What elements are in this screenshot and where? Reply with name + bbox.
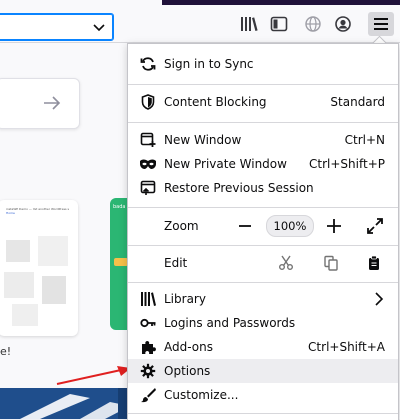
sidebar-icon[interactable]	[268, 13, 290, 35]
globe-icon[interactable]	[302, 13, 324, 35]
account-icon[interactable]	[332, 13, 354, 35]
browser-toolbar	[0, 0, 400, 43]
menu-item-logins[interactable]: Logins and Passwords	[128, 311, 398, 335]
menu-label: Edit	[164, 256, 188, 270]
titlebar-strip	[162, 0, 400, 5]
bottom-banner-image	[0, 388, 140, 419]
copy-icon[interactable]	[323, 255, 339, 271]
menu-item-zoom: Zoom 100%	[128, 214, 398, 238]
restore-session-icon	[140, 180, 156, 196]
zoom-in-icon[interactable]	[325, 217, 343, 235]
library-icon	[140, 291, 156, 307]
menu-item-customize[interactable]: Customize...	[128, 383, 398, 407]
hamburger-menu-icon[interactable]	[368, 12, 394, 36]
menu-label: New Private Window	[164, 157, 287, 171]
menu-shortcut: Ctrl+N	[344, 133, 385, 147]
menu-label: Library	[164, 292, 206, 306]
menu-item-content-blocking[interactable]: Content Blocking Standard	[128, 90, 398, 114]
menu-item-edit: Edit	[128, 251, 398, 275]
menu-separator	[128, 207, 398, 208]
zoom-out-icon[interactable]	[236, 217, 254, 235]
tile2-text: bada	[113, 204, 126, 210]
tile-title: instaWP Demo — Yet another WordPress s H…	[6, 207, 70, 215]
private-mask-icon	[140, 156, 156, 172]
menu-item-new-window[interactable]: New Window Ctrl+N	[128, 128, 398, 152]
menu-label: Options	[164, 364, 211, 378]
url-bar[interactable]	[0, 13, 114, 41]
chevron-right-icon	[375, 292, 384, 306]
cut-icon[interactable]	[278, 255, 294, 271]
annotation-arrow	[56, 366, 131, 385]
menu-item-restore-session[interactable]: Restore Previous Session	[128, 176, 398, 200]
chevron-down-icon[interactable]	[91, 19, 107, 35]
menu-separator	[128, 413, 398, 414]
menu-item-options[interactable]: Options	[128, 359, 398, 383]
menu-label: Zoom	[164, 219, 199, 233]
fullscreen-icon[interactable]	[366, 217, 384, 235]
menu-item-addons[interactable]: Add-ons Ctrl+Shift+A	[128, 335, 398, 359]
new-window-icon	[140, 132, 156, 148]
puzzle-icon	[140, 339, 156, 355]
menu-label: Logins and Passwords	[164, 316, 296, 330]
search-box[interactable]	[0, 78, 80, 129]
menu-item-library[interactable]: Library	[128, 287, 398, 311]
menu-label: Content Blocking	[164, 95, 267, 109]
paintbrush-icon	[140, 387, 156, 403]
tile-link: Home	[6, 211, 15, 215]
menu-item-new-private-window[interactable]: New Private Window Ctrl+Shift+P	[128, 152, 398, 176]
menu-label: Add-ons	[164, 340, 213, 354]
tile-caption: e!	[0, 345, 12, 358]
shield-icon	[140, 94, 156, 110]
menu-item-sign-in[interactable]: Sign in to Sync	[128, 52, 398, 76]
app-menu-panel: Sign in to Sync Content Blocking Standar…	[127, 43, 399, 420]
library-icon[interactable]	[238, 13, 260, 35]
menu-separator	[128, 245, 398, 246]
menu-separator	[128, 84, 398, 85]
sync-icon	[140, 56, 156, 72]
content-blocking-status: Standard	[330, 95, 385, 109]
menu-label: Restore Previous Session	[164, 181, 314, 195]
top-site-tile[interactable]: instaWP Demo — Yet another WordPress s H…	[0, 200, 78, 336]
key-icon	[140, 315, 156, 331]
menu-label: Sign in to Sync	[164, 57, 254, 71]
menu-separator	[128, 122, 398, 123]
gear-icon	[140, 363, 156, 379]
menu-label: Customize...	[164, 388, 239, 402]
menu-label: New Window	[164, 133, 242, 147]
paste-icon[interactable]	[366, 255, 382, 271]
menu-separator	[128, 282, 398, 283]
menu-shortcut: Ctrl+Shift+P	[309, 157, 385, 171]
zoom-reset-button[interactable]: 100%	[266, 215, 314, 237]
arrow-right-icon[interactable]	[43, 95, 61, 111]
menu-shortcut: Ctrl+Shift+A	[308, 340, 385, 354]
